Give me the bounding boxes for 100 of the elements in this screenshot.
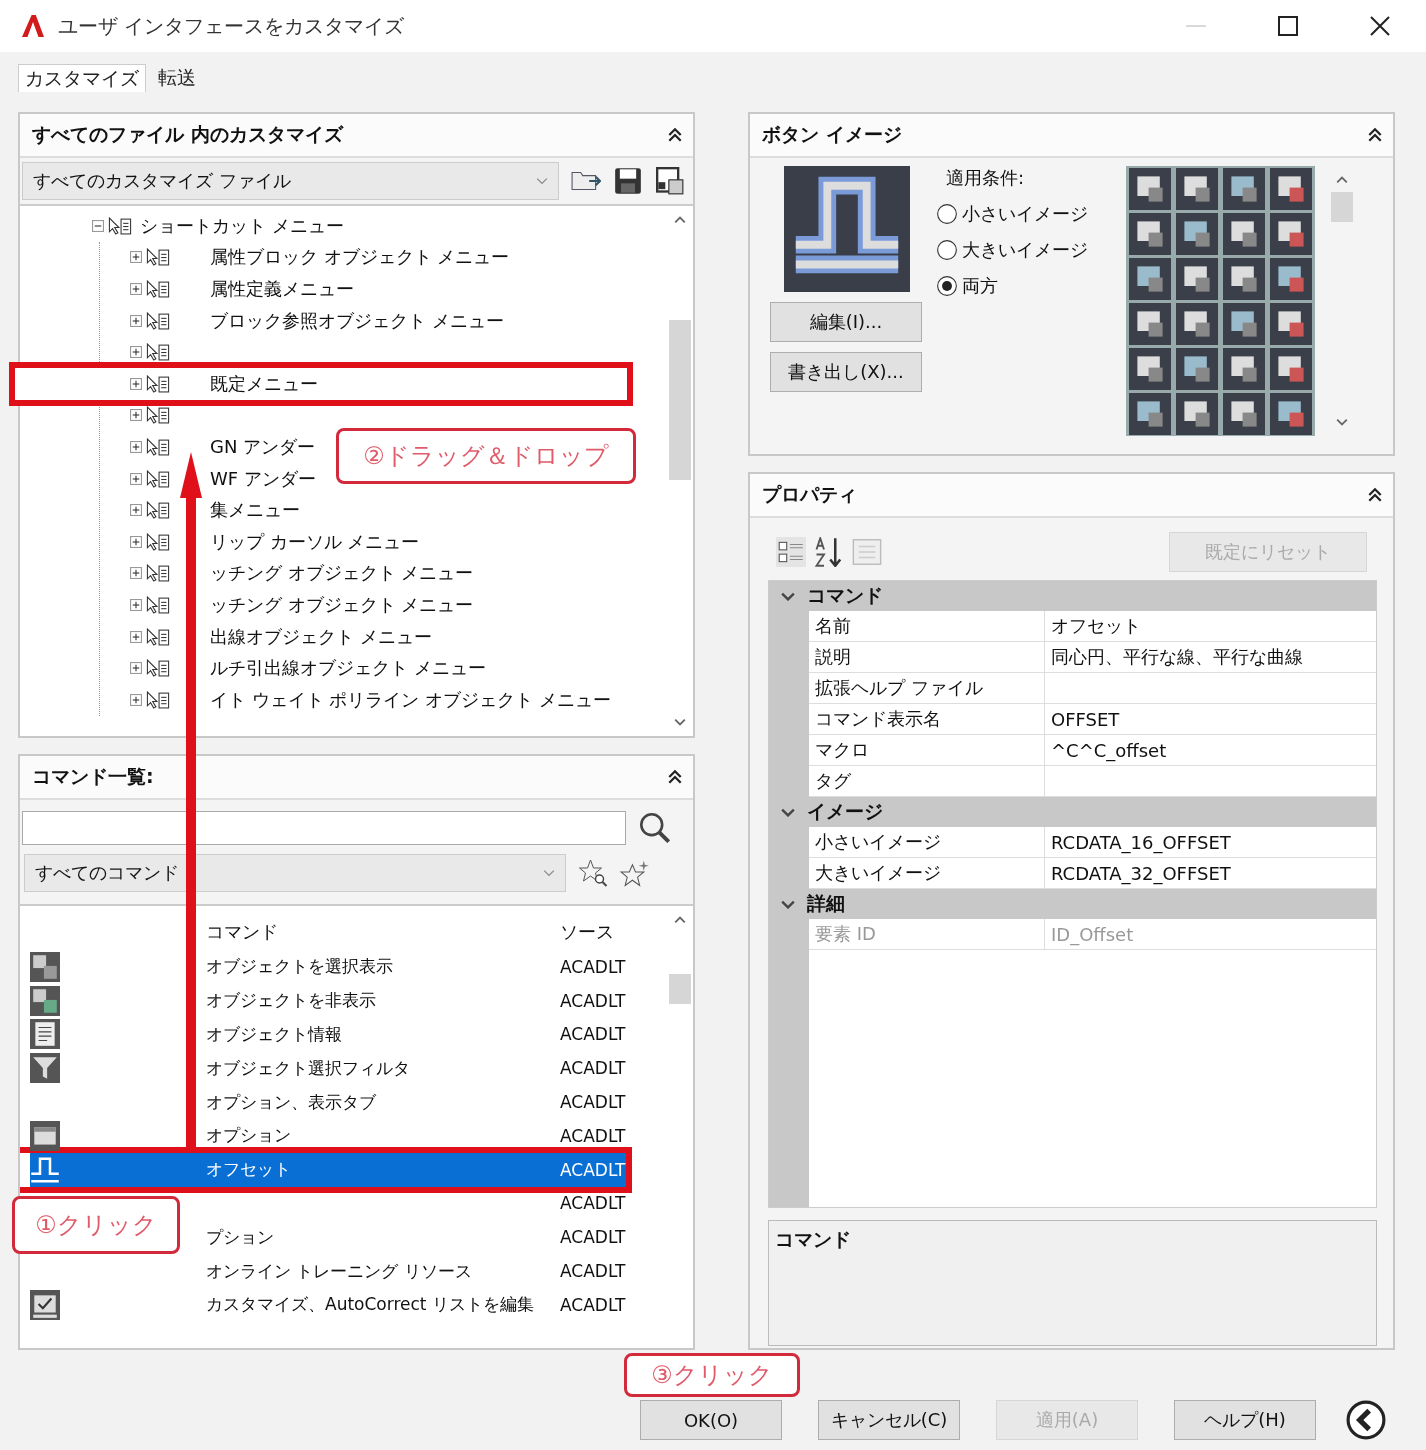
command-row[interactable]: オプション、表示タブ ACADLT [30,1085,667,1119]
radio-label[interactable]: 大きいイメージ [962,238,1088,262]
tree-item[interactable]: ブロック参照オブジェクト メニュー [210,308,504,333]
sort-az-icon[interactable] [814,537,844,567]
image-tile[interactable] [1269,168,1313,210]
chevron-icon[interactable] [781,807,795,817]
column-header[interactable]: ソース [560,920,630,944]
image-button[interactable]: 書き出し(X)... [770,352,922,392]
search-icon[interactable] [640,813,670,843]
tab[interactable]: カスタマイズ [18,64,146,92]
expand-box-icon[interactable] [130,598,142,611]
image-tile[interactable] [1175,168,1219,210]
property-value[interactable]: RCDATA_16_OFFSET [1051,831,1231,853]
image-tile[interactable] [1128,213,1172,255]
property-value[interactable]: 同心円、平行な線、平行な曲線 [1051,646,1303,667]
collapse-icon[interactable] [1367,487,1383,503]
image-tile[interactable] [1269,303,1313,345]
tree-item[interactable]: 既定メニュー [210,371,318,396]
scroll-up-icon[interactable] [674,916,686,924]
image-tile[interactable] [1175,303,1219,345]
command-filter-dropdown[interactable]: すべてのコマンド [24,854,566,892]
tree-item[interactable]: ショートカット メニュー [140,213,344,238]
image-tile[interactable] [1128,393,1172,435]
tree-item[interactable]: 属性ブロック オブジェクト メニュー [210,245,510,270]
tree-item[interactable]: 属性定義メニュー [210,277,354,301]
expand-box-icon[interactable] [130,504,142,517]
maximize-icon[interactable] [1278,16,1298,36]
collapse-box-icon[interactable] [92,219,104,232]
radio-button[interactable] [936,275,958,297]
tree-item[interactable]: 出線オブジェクト メニュー [210,624,432,649]
image-tile[interactable] [1222,393,1266,435]
property-value[interactable]: ^C^C_offset [1051,739,1167,761]
command-row[interactable]: オブジェクト選択フィルタ ACADLT [30,1051,667,1086]
tree-item[interactable]: WF アンダー [210,466,316,491]
expand-box-icon[interactable] [130,377,142,390]
save-icon[interactable] [613,167,643,195]
command-row[interactable]: カスタマイズ、AutoCorrect リストを編集 ACADLT [30,1287,667,1322]
image-tile[interactable] [1222,348,1266,390]
close-icon[interactable] [1370,16,1390,36]
radio-label[interactable]: 小さいイメージ [962,202,1088,226]
property-value[interactable]: OFFSET [1051,708,1120,730]
star-search-icon[interactable] [578,859,608,887]
image-tile[interactable] [1128,303,1172,345]
image-button[interactable]: 編集(I)... [770,302,922,342]
image-tile[interactable] [1128,258,1172,300]
image-tile[interactable] [1175,393,1219,435]
tree-item[interactable]: イト ウェイト ポリライン オブジェクト メニュー [210,687,611,712]
tree-item[interactable]: ッチング オブジェクト メニュー [210,592,474,617]
image-tile[interactable] [1269,348,1313,390]
expand-box-icon[interactable] [130,251,142,264]
command-row[interactable]: オブジェクト情報 ACADLT [30,1017,667,1052]
categorized-icon[interactable] [776,537,806,567]
image-tile[interactable] [1222,258,1266,300]
expand-box-icon[interactable] [130,314,142,327]
image-tile[interactable] [1175,348,1219,390]
radio-button[interactable] [936,239,958,261]
property-value[interactable]: RCDATA_32_OFFSET [1051,862,1231,884]
dialog-button[interactable]: ヘルプ(H) [1174,1400,1316,1440]
expand-box-icon[interactable] [130,283,142,295]
scroll-down-icon[interactable] [1336,418,1348,426]
dialog-button[interactable]: OK(O) [640,1400,782,1440]
scroll-thumb[interactable] [669,974,691,1004]
window-stack-icon[interactable] [655,167,685,195]
scroll-up-icon[interactable] [1336,176,1348,184]
chevron-icon[interactable] [781,591,795,601]
column-header[interactable]: コマンド [206,920,560,944]
command-row[interactable]: オフセット ACADLT [30,1152,626,1187]
scroll-thumb[interactable] [669,320,691,480]
collapse-icon[interactable] [1367,127,1383,143]
expand-box-icon[interactable] [130,346,142,359]
scroll-down-icon[interactable] [674,718,686,726]
property-value[interactable]: オフセット [1051,615,1141,636]
expand-box-icon[interactable] [130,630,142,643]
expand-box-icon[interactable] [130,409,142,422]
file-dropdown[interactable]: すべてのカスタマイズ ファイル [22,162,559,200]
tab[interactable]: 転送 [152,64,202,92]
collapse-icon[interactable] [667,127,683,143]
command-row[interactable]: オプション ACADLT [30,1119,667,1153]
star-sparkle-icon[interactable] [620,859,650,887]
image-tile[interactable] [1128,348,1172,390]
dialog-button[interactable]: キャンセル(C) [818,1400,960,1440]
scroll-thumb[interactable] [1331,192,1353,222]
collapse-icon[interactable] [667,769,683,785]
expand-box-icon[interactable] [130,535,142,548]
search-field[interactable] [22,811,626,845]
image-tile[interactable] [1222,213,1266,255]
tree-item[interactable]: リップ カーソル メニュー [210,529,420,554]
back-circle-icon[interactable] [1346,1400,1386,1440]
image-tile[interactable] [1269,213,1313,255]
command-row[interactable]: オンライン トレーニング リソース ACADLT [30,1254,667,1288]
scroll-up-icon[interactable] [674,216,686,224]
image-tile[interactable] [1222,303,1266,345]
command-row[interactable]: オブジェクトを選択表示 ACADLT [30,950,667,984]
tree-item[interactable]: GN アンダー [210,434,316,459]
expand-box-icon[interactable] [130,567,142,580]
radio-button[interactable] [936,203,958,225]
image-tile[interactable] [1222,168,1266,210]
tree-item[interactable]: ッチング オブジェクト メニュー [210,561,474,586]
image-tile[interactable] [1269,393,1313,435]
image-tile[interactable] [1175,258,1219,300]
